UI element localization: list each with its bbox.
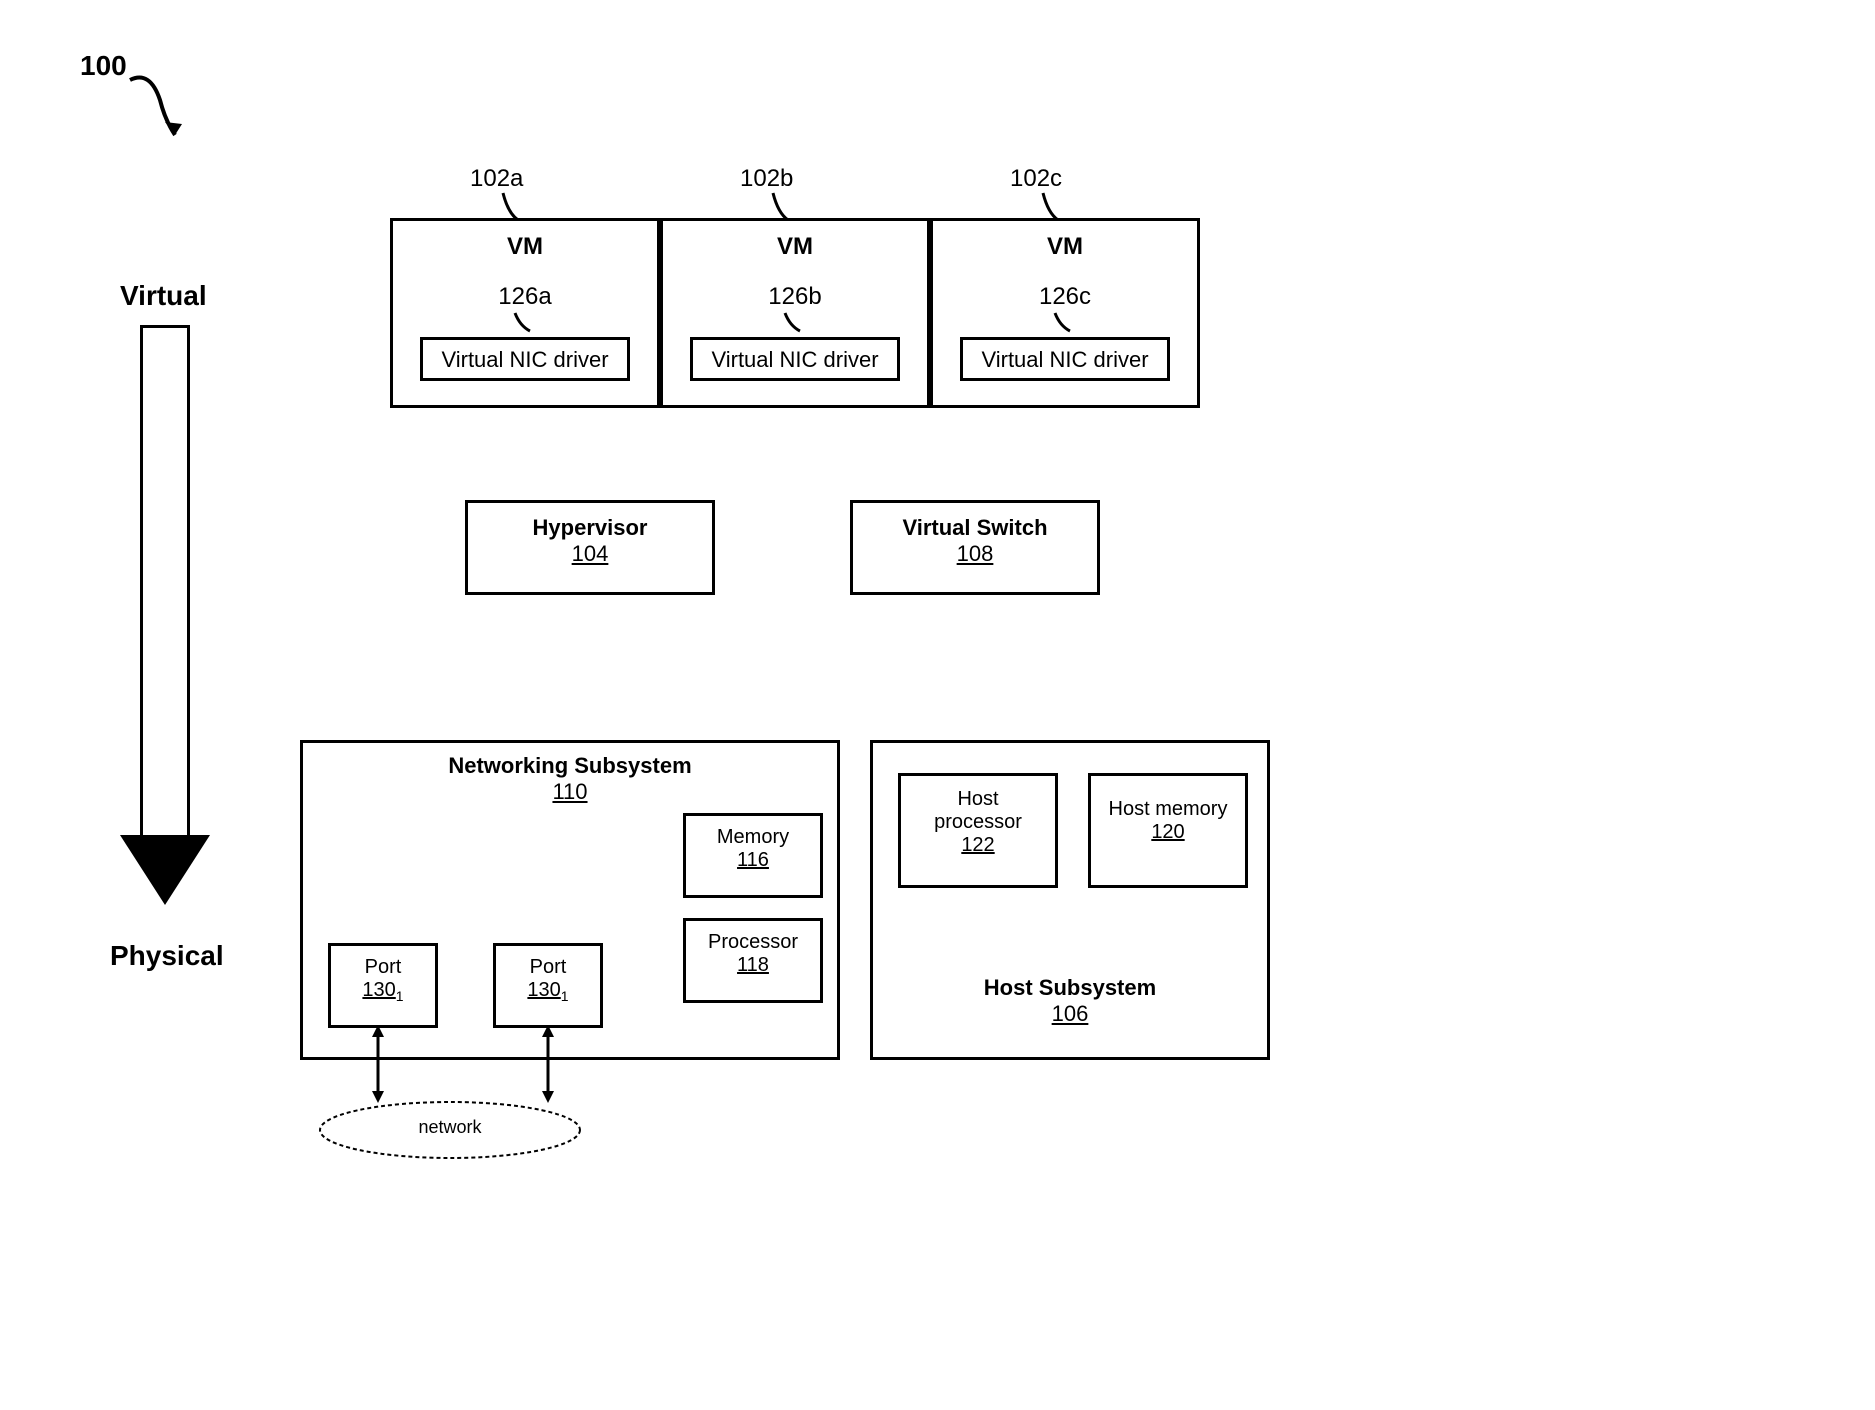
port-b-ref: 1301 [496,979,600,1004]
axis-label-virtual: Virtual [120,280,207,312]
hypervisor-box: Hypervisor 104 [465,500,715,595]
memory-title: Memory [686,826,820,849]
host-subsystem-title: Host Subsystem [873,975,1267,1001]
port-a-title: Port [331,956,435,979]
network-cloud: network [310,1095,590,1165]
vm-b-nic: Virtual NIC driver [690,337,900,381]
network-label: network [310,1117,590,1138]
vm-a: VM 126a Virtual NIC driver [390,218,660,408]
vm-c-nic-ref: 126c [933,283,1197,311]
port-a-box: Port 1301 [328,943,438,1028]
vm-b-nic-ref: 126b [663,283,927,311]
host-memory-ref: 120 [1091,821,1245,844]
port-b-box: Port 1301 [493,943,603,1028]
vm-a-nic: Virtual NIC driver [420,337,630,381]
vswitch-ref: 108 [853,541,1097,567]
networking-subsystem-title: Networking Subsystem [303,753,837,779]
vm-c-nic: Virtual NIC driver [960,337,1170,381]
processor-box: Processor 118 [683,918,823,1003]
vswitch-box: Virtual Switch 108 [850,500,1100,595]
memory-ref: 116 [686,849,820,872]
vm-b: VM 126b Virtual NIC driver [660,218,930,408]
port-b-title: Port [496,956,600,979]
figure-number-leader [120,60,200,150]
host-processor-ref: 122 [901,834,1055,857]
port-a-ref: 1301 [331,979,435,1004]
memory-box: Memory 116 [683,813,823,898]
processor-ref: 118 [686,954,820,977]
networking-subsystem-box: Networking Subsystem 110 Memory 116 Proc… [300,740,840,1060]
host-subsystem-ref: 106 [873,1001,1267,1027]
processor-title: Processor [686,931,820,954]
hypervisor-title: Hypervisor [468,515,712,541]
host-memory-box: Host memory 120 [1088,773,1248,888]
vm-b-nic-leader [780,311,810,333]
networking-subsystem-ref: 110 [303,779,837,805]
host-memory-title: Host memory [1091,798,1245,821]
vm-b-title: VM [663,233,927,261]
vswitch-title: Virtual Switch [853,515,1097,541]
vm-a-title: VM [393,233,657,261]
hypervisor-ref: 104 [468,541,712,567]
host-subsystem-box: Host processor 122 Host memory 120 Host … [870,740,1270,1060]
vm-c-title: VM [933,233,1197,261]
host-processor-title: Host processor [901,788,1055,834]
virtual-to-physical-arrow [140,325,230,905]
vm-a-nic-ref: 126a [393,283,657,311]
axis-label-physical: Physical [110,940,224,972]
host-processor-box: Host processor 122 [898,773,1058,888]
vm-c-nic-leader [1050,311,1080,333]
vm-c: VM 126c Virtual NIC driver [930,218,1200,408]
vm-a-nic-leader [510,311,540,333]
